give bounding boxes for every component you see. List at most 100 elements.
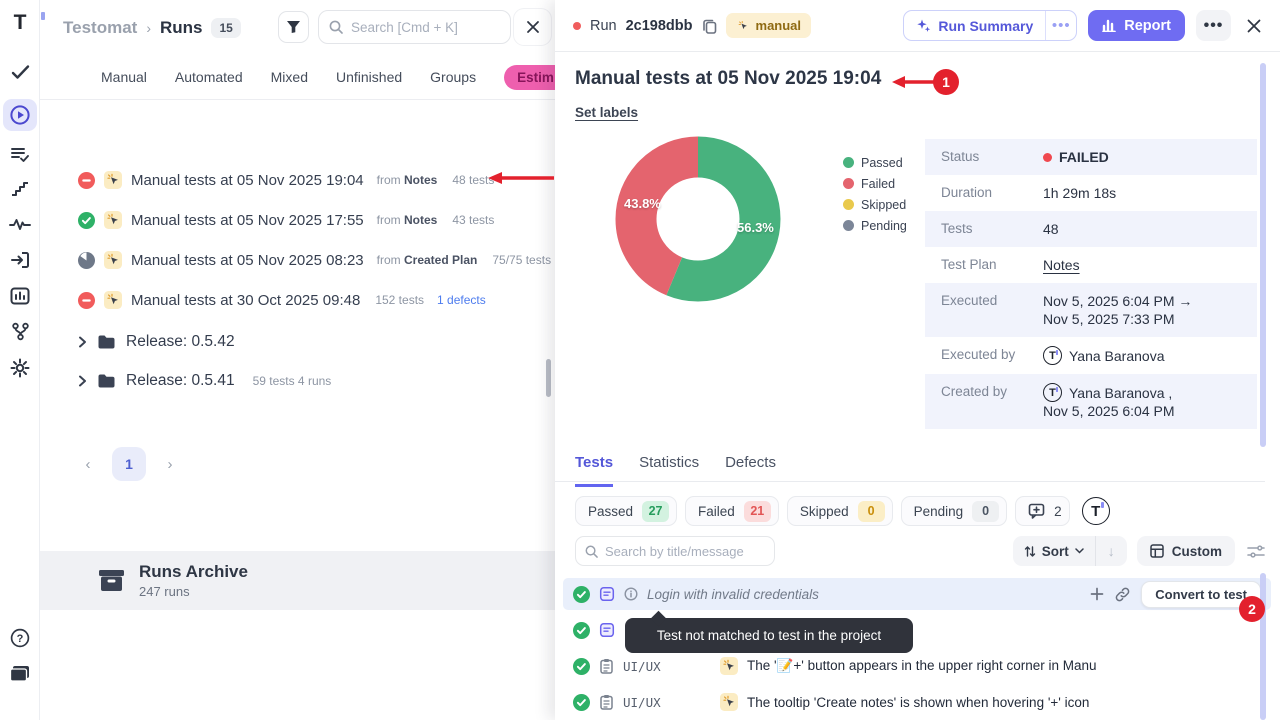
run-title: Manual tests at 05 Nov 2025 19:04 — [131, 172, 364, 189]
chip-comments[interactable]: 2 — [1015, 496, 1070, 526]
chip-count-badge: 0 — [972, 501, 999, 522]
info-value: TYana Baranova — [1043, 346, 1164, 365]
annotation-arrow-left-list — [486, 171, 556, 185]
close-icon — [526, 20, 540, 34]
folder-icon — [97, 334, 116, 350]
import-icon[interactable] — [0, 251, 40, 269]
more-actions-button[interactable]: ••• — [1196, 10, 1231, 41]
custom-view-button[interactable]: Custom — [1137, 536, 1235, 566]
chip-label: Skipped — [800, 504, 849, 519]
status-dot — [573, 22, 581, 30]
manual-test-icon — [720, 693, 738, 711]
page-number[interactable]: 1 — [112, 447, 146, 481]
run-list-item[interactable]: Manual tests at 05 Nov 2025 08:23 from Cr… — [40, 240, 555, 280]
global-search[interactable] — [318, 10, 511, 44]
tab-groups[interactable]: Groups — [430, 69, 476, 85]
run-source: from Created Plan — [377, 253, 478, 267]
chip-passed[interactable]: Passed27 — [575, 496, 677, 526]
info-value: Nov 5, 2025 6:04 PM →Nov 5, 2025 7:33 PM — [1043, 292, 1192, 328]
run-label: Run — [590, 18, 617, 34]
breadcrumb-section[interactable]: Runs — [160, 18, 203, 38]
left-scrollbar-thumb[interactable] — [546, 359, 551, 397]
release-folder-row[interactable]: Release: 0.5.42 — [40, 322, 555, 361]
filter-button[interactable] — [278, 11, 309, 43]
run-list-item[interactable]: Manual tests at 05 Nov 2025 17:55from No… — [40, 200, 555, 240]
run-detail-panel: Run 2c198dbb manual Run Summary ••• — [555, 0, 1280, 720]
run-source: from Notes — [377, 213, 438, 227]
legend-dot — [843, 178, 854, 189]
sort-direction-button[interactable]: ↓ — [1096, 536, 1127, 566]
grid-icon — [1150, 544, 1164, 558]
set-labels-link[interactable]: Set labels — [575, 105, 638, 120]
run-summary-button-group: Run Summary ••• — [903, 10, 1077, 41]
test-status-passed-icon — [573, 658, 590, 675]
activity-pulse-icon[interactable] — [0, 216, 40, 232]
settings-gear-icon[interactable] — [0, 358, 40, 378]
run-list-item[interactable]: Manual tests at 30 Oct 2025 09:48152 tes… — [40, 280, 555, 320]
tab-tests[interactable]: Tests — [575, 454, 613, 487]
run-defects-link[interactable]: 1 defects — [437, 293, 486, 307]
steps-icon[interactable] — [0, 181, 40, 198]
page-next-button[interactable]: › — [160, 456, 180, 473]
branch-icon[interactable] — [0, 322, 40, 341]
search-input[interactable] — [351, 20, 491, 35]
legend-dot — [843, 157, 854, 168]
add-icon[interactable] — [1090, 587, 1104, 601]
help-icon[interactable]: ? — [0, 628, 40, 648]
chart-legend: PassedFailedSkippedPending — [843, 152, 907, 236]
legend-item: Passed — [843, 152, 907, 173]
test-row[interactable]: Login with invalid credentialsConvert to… — [563, 578, 1271, 610]
folder-name: Release: 0.5.42 — [126, 333, 235, 351]
info-value: Notes — [1043, 256, 1080, 274]
release-folder-row[interactable]: Release: 0.5.4159 tests 4 runs — [40, 361, 555, 400]
run-summary-more-button[interactable]: ••• — [1046, 11, 1076, 40]
filter-sliders-icon[interactable] — [1247, 544, 1265, 559]
report-button[interactable]: Report — [1088, 10, 1185, 41]
tooltip: Test not matched to test in the project — [625, 618, 913, 653]
manual-run-icon — [104, 171, 122, 189]
test-plan-link[interactable]: Notes — [1043, 257, 1080, 273]
tab-unfinished[interactable]: Unfinished — [336, 69, 402, 85]
assignee-avatar[interactable]: T — [1082, 497, 1110, 525]
runs-archive-row[interactable]: Runs Archive 247 runs — [40, 551, 555, 610]
tab-statistics[interactable]: Statistics — [639, 454, 699, 487]
value-line-2: Nov 5, 2025 6:04 PM — [1043, 402, 1175, 420]
analytics-icon[interactable] — [0, 287, 40, 305]
tests-search[interactable] — [575, 536, 775, 566]
list-check-icon[interactable] — [0, 146, 40, 163]
chip-failed[interactable]: Failed21 — [685, 496, 779, 526]
close-detail-icon[interactable] — [1246, 18, 1262, 34]
run-list-item[interactable]: Manual tests at 05 Nov 2025 19:04from No… — [40, 160, 555, 200]
failed-dot — [1043, 153, 1052, 162]
runs-play-icon[interactable] — [0, 104, 40, 126]
test-row[interactable]: UI/UXThe tooltip 'Create notes' is shown… — [563, 686, 1271, 718]
docs-folder-icon[interactable] — [0, 664, 40, 683]
tab-manual[interactable]: Manual — [101, 69, 147, 85]
sort-button[interactable]: Sort — [1013, 536, 1095, 566]
copy-icon[interactable] — [702, 18, 717, 34]
chip-pending[interactable]: Pending 0 — [901, 496, 1008, 526]
panel-close-button[interactable] — [514, 9, 551, 45]
link-icon[interactable] — [1115, 587, 1130, 602]
tests-toolbar: Sort ↓ Custom — [575, 536, 1265, 566]
run-title: Manual tests at 05 Nov 2025 08:23 — [131, 252, 364, 269]
chip-skipped[interactable]: Skipped0 — [787, 496, 893, 526]
page-prev-button[interactable]: ‹ — [78, 456, 98, 473]
tab-mixed[interactable]: Mixed — [271, 69, 308, 85]
testomat-logo-icon[interactable]: T — [0, 10, 40, 36]
list-scrollbar-thumb[interactable] — [1260, 573, 1266, 720]
breadcrumb-project[interactable]: Testomat — [63, 18, 137, 38]
tests-search-input[interactable] — [605, 544, 755, 559]
test-row[interactable]: UI/UXThe '📝+' button appears in the uppe… — [563, 650, 1271, 682]
chevron-right-icon — [78, 375, 87, 387]
info-value: 1h 29m 18s — [1043, 184, 1116, 202]
run-status-failed-icon — [78, 172, 95, 189]
tab-defects[interactable]: Defects — [725, 454, 776, 487]
manual-test-icon — [720, 657, 738, 675]
funnel-icon — [286, 20, 301, 34]
detail-scrollbar-thumb[interactable] — [1260, 63, 1266, 447]
run-summary-button[interactable]: Run Summary — [904, 11, 1045, 40]
chip-label: Pending — [914, 504, 964, 519]
check-icon[interactable] — [0, 64, 40, 80]
tab-automated[interactable]: Automated — [175, 69, 243, 85]
